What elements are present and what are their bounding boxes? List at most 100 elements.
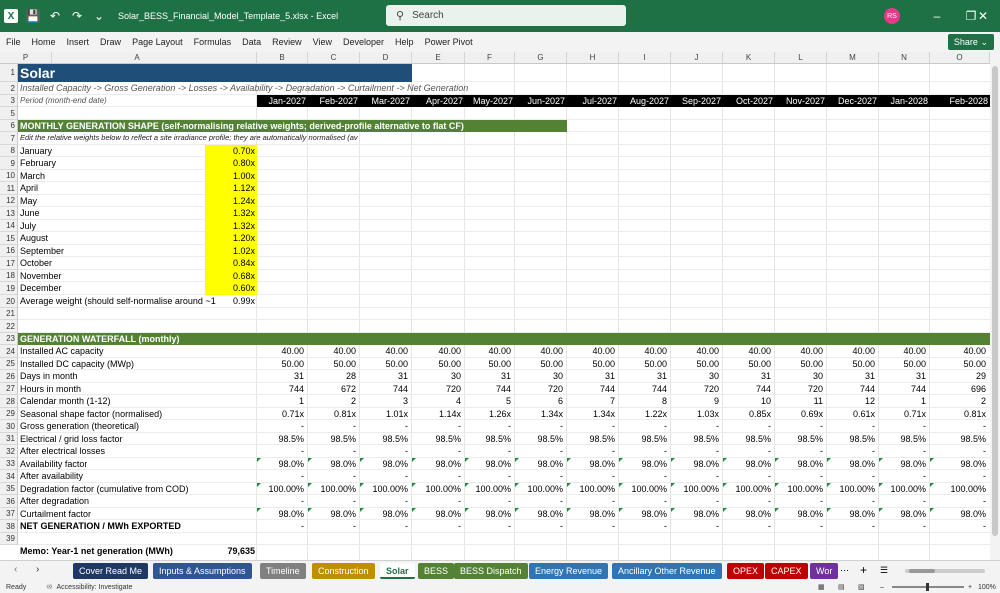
column-header-o[interactable]: O — [930, 52, 990, 64]
sheet-tab-inputs-assumptions[interactable]: Inputs & Assumptions — [153, 563, 252, 579]
column-header-p[interactable]: P — [0, 52, 52, 64]
column-header-n[interactable]: N — [879, 52, 930, 64]
search-input[interactable]: ⚲ Search — [386, 5, 626, 26]
row-header-35[interactable]: 35 — [0, 483, 18, 495]
page-break-view-icon[interactable]: ▧ — [858, 583, 865, 591]
row-header-26[interactable]: 26 — [0, 370, 18, 383]
column-header-k[interactable]: K — [723, 52, 775, 64]
row-header-33[interactable]: 33 — [0, 458, 18, 470]
sheet-tab-bess[interactable]: BESS — [418, 563, 455, 579]
month-weight-input[interactable]: 0.60x — [205, 282, 257, 295]
menu-home[interactable]: Home — [32, 37, 56, 47]
row-header-31[interactable]: 31 — [0, 433, 18, 445]
menu-power-pivot[interactable]: Power Pivot — [425, 37, 473, 47]
horizontal-scrollbar[interactable] — [905, 569, 985, 573]
month-weight-input[interactable]: 1.24x — [205, 195, 257, 208]
column-header-e[interactable]: E — [412, 52, 465, 64]
row-header-1[interactable]: 1 — [0, 64, 18, 82]
sheet-tab-bess-dispatch[interactable]: BESS Dispatch — [454, 563, 528, 579]
row-header-37[interactable]: 37 — [0, 508, 18, 520]
column-header-g[interactable]: G — [515, 52, 567, 64]
month-weight-input[interactable]: 1.00x — [205, 170, 257, 183]
more-tabs-icon[interactable]: ⋯ — [840, 565, 849, 576]
sheet-tab-construction[interactable]: Construction — [312, 563, 375, 579]
column-header-h[interactable]: H — [567, 52, 619, 64]
avatar[interactable]: RS — [884, 8, 900, 24]
column-header-j[interactable]: J — [671, 52, 723, 64]
row-header-36[interactable]: 36 — [0, 495, 18, 508]
month-weight-input[interactable]: 1.20x — [205, 232, 257, 245]
menu-view[interactable]: View — [313, 37, 332, 47]
row-header-13[interactable]: 13 — [0, 207, 18, 220]
sheet-tab-energy-revenue[interactable]: Energy Revenue — [529, 563, 609, 579]
month-weight-input[interactable]: 0.68x — [205, 270, 257, 283]
row-header-3[interactable]: 3 — [0, 95, 18, 107]
row-header-6[interactable]: 6 — [0, 120, 18, 132]
zoom-slider[interactable] — [892, 583, 964, 591]
row-header-32[interactable]: 32 — [0, 445, 18, 458]
add-sheet-icon[interactable]: + — [860, 563, 867, 577]
zoom-in-icon[interactable]: + — [968, 584, 972, 591]
month-weight-input[interactable]: 1.32x — [205, 220, 257, 233]
sheet-tab-ancillary-other-revenue[interactable]: Ancillary Other Revenue — [612, 563, 722, 579]
menu-developer[interactable]: Developer — [343, 37, 384, 47]
menu-review[interactable]: Review — [272, 37, 302, 47]
column-header-b[interactable]: B — [257, 52, 308, 64]
sheet-tab-wor[interactable]: Wor — [810, 563, 839, 579]
menu-formulas[interactable]: Formulas — [194, 37, 232, 47]
month-weight-input[interactable]: 0.84x — [205, 257, 257, 270]
row-header-10[interactable]: 10 — [0, 170, 18, 182]
sheet-tab-opex[interactable]: OPEX — [727, 563, 765, 579]
row-header-5[interactable]: 5 — [0, 107, 18, 120]
column-header-d[interactable]: D — [360, 52, 412, 64]
hscroll-thumb[interactable] — [909, 569, 935, 573]
redo-icon[interactable]: ↷ — [66, 0, 88, 32]
month-weight-input[interactable]: 0.70x — [205, 145, 257, 158]
menu-page-layout[interactable]: Page Layout — [132, 37, 183, 47]
zoom-thumb[interactable] — [926, 583, 929, 591]
month-weight-input[interactable]: 1.12x — [205, 182, 257, 195]
close-icon[interactable]: ✕ — [966, 0, 1000, 32]
row-header-30[interactable]: 30 — [0, 420, 18, 433]
sheet-tab-solar[interactable]: Solar — [380, 563, 415, 579]
tab-scroll-right-icon[interactable]: › — [36, 564, 39, 575]
row-header-19[interactable]: 19 — [0, 282, 18, 295]
row-header-15[interactable]: 15 — [0, 232, 18, 245]
row-header-21[interactable]: 21 — [0, 308, 18, 320]
normal-view-icon[interactable]: ▦ — [818, 583, 825, 591]
row-header-14[interactable]: 14 — [0, 220, 18, 232]
column-header-a[interactable]: A — [18, 52, 257, 64]
row-header-20[interactable]: 20 — [0, 295, 18, 308]
row-header-22[interactable]: 22 — [0, 320, 18, 333]
menu-file[interactable]: File — [6, 37, 21, 47]
vertical-scrollbar[interactable] — [990, 52, 1000, 560]
column-header-f[interactable]: F — [465, 52, 515, 64]
tab-scroll-left-icon[interactable]: ‹ — [14, 564, 17, 575]
month-weight-input[interactable]: 1.02x — [205, 245, 257, 258]
sheet-tab-capex[interactable]: CAPEX — [765, 563, 808, 579]
month-weight-input[interactable]: 1.32x — [205, 207, 257, 220]
share-button[interactable]: Share ⌄ — [947, 34, 994, 50]
accessibility-status[interactable]: Accessibility: Investigate — [57, 584, 133, 591]
sheet-tab-cover-read-me[interactable]: Cover Read Me — [73, 563, 149, 579]
row-header-12[interactable]: 12 — [0, 195, 18, 207]
row-header-27[interactable]: 27 — [0, 383, 18, 395]
menu-help[interactable]: Help — [395, 37, 414, 47]
row-header-23[interactable]: 23 — [0, 333, 18, 345]
row-header-28[interactable]: 28 — [0, 395, 18, 408]
row-header-39[interactable]: 39 — [0, 533, 18, 545]
scroll-thumb[interactable] — [992, 66, 998, 536]
row-header-9[interactable]: 9 — [0, 157, 18, 170]
row-header-25[interactable]: 25 — [0, 358, 18, 370]
menu-insert[interactable]: Insert — [67, 37, 90, 47]
zoom-level[interactable]: 100% — [978, 584, 996, 591]
menu-draw[interactable]: Draw — [100, 37, 121, 47]
column-header-i[interactable]: I — [619, 52, 671, 64]
row-header-34[interactable]: 34 — [0, 470, 18, 483]
column-header-c[interactable]: C — [308, 52, 360, 64]
sheet-tab-timeline[interactable]: Timeline — [260, 563, 306, 579]
row-header-38[interactable]: 38 — [0, 520, 18, 533]
row-header-17[interactable]: 17 — [0, 257, 18, 270]
row-header-24[interactable]: 24 — [0, 345, 18, 358]
row-header-8[interactable]: 8 — [0, 145, 18, 157]
